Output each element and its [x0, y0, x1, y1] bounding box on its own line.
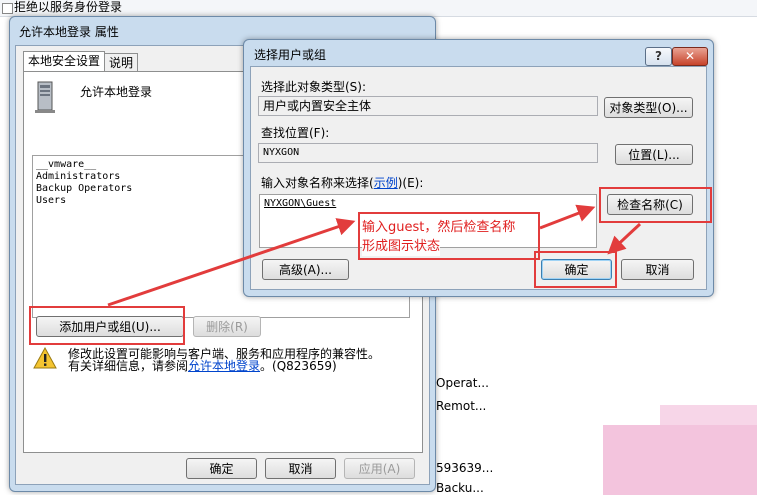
highlight-add-button: [29, 306, 185, 345]
pink-watermark-region: [603, 425, 757, 495]
select-dialog-title: 选择用户或组: [254, 48, 327, 62]
object-type-label: 选择此对象类型(S):: [261, 80, 367, 94]
advanced-button[interactable]: 高级(A)...: [262, 259, 349, 280]
policy-name: 允许本地登录: [80, 85, 153, 99]
close-button[interactable]: ✕: [672, 47, 708, 66]
properties-dialog-title: 允许本地登录 属性: [19, 25, 119, 39]
examples-link[interactable]: 示例: [374, 176, 398, 190]
properties-cancel-button[interactable]: 取消: [265, 458, 336, 479]
kb-reference: 。(Q823659): [260, 359, 337, 373]
highlight-ok-button: [534, 251, 617, 288]
enter-names-label-prefix: 输入对象名称来选择(: [261, 176, 374, 190]
background-list-item[interactable]: Operat...: [436, 376, 489, 390]
object-types-button[interactable]: 对象类型(O)...: [604, 97, 693, 118]
location-label: 查找位置(F):: [261, 126, 330, 140]
object-type-field: 用户或内置安全主体: [258, 96, 598, 116]
background-list-item[interactable]: 593639...: [436, 461, 493, 475]
location-field: NYXGON: [258, 143, 598, 163]
properties-ok-button[interactable]: 确定: [186, 458, 257, 479]
highlight-check-names: [599, 187, 712, 223]
policy-help-link[interactable]: 允许本地登录: [188, 359, 260, 373]
select-cancel-button[interactable]: 取消: [621, 259, 694, 280]
remove-button[interactable]: 删除(R): [193, 316, 261, 337]
annotation-text-line2: 形成图示状态: [362, 238, 441, 256]
locations-button[interactable]: 位置(L)...: [615, 144, 693, 165]
warning-icon: [33, 347, 57, 369]
window-icon: [2, 3, 13, 14]
tab-explain[interactable]: 说明: [104, 53, 139, 72]
enter-names-label: 输入对象名称来选择(示例)(E):: [261, 174, 423, 191]
pink-watermark-region: [660, 405, 757, 427]
help-button[interactable]: ?: [645, 47, 672, 66]
enter-names-label-suffix: )(E):: [397, 176, 424, 190]
background-list-item[interactable]: Remot...: [436, 399, 486, 413]
warning-detail: 有关详细信息，请参阅允许本地登录。(Q823659): [68, 357, 337, 374]
background-window-titlebar: 拒绝以服务身份登录: [0, 0, 757, 17]
warning-detail-prefix: 有关详细信息，请参阅: [68, 359, 189, 373]
annotation-text-line1: 输入guest，然后检查名称: [362, 219, 516, 237]
background-list-item[interactable]: Backu...: [436, 481, 484, 495]
tab-local-security-setting[interactable]: 本地安全设置: [23, 51, 106, 72]
background-window-title: 拒绝以服务身份登录: [14, 0, 123, 14]
computer-policy-icon: [35, 81, 55, 113]
apply-button[interactable]: 应用(A): [344, 458, 415, 479]
